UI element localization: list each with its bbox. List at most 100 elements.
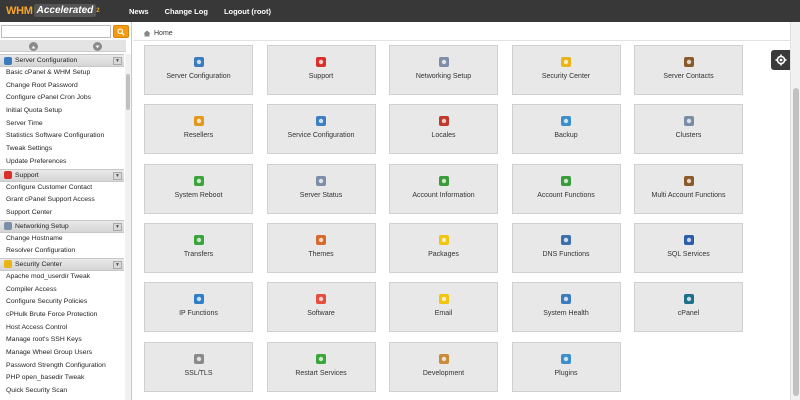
sidebar-item[interactable]: Manage Wheel Group Users <box>0 347 124 360</box>
sidebar-item[interactable]: Apache mod_userdir Tweak <box>0 271 124 284</box>
tile-software[interactable]: Software <box>266 282 376 333</box>
sidebar-item[interactable]: Configure Security Policies <box>0 296 124 309</box>
tile-system-health[interactable]: System Health <box>511 282 621 333</box>
tile-ip-functions[interactable]: IP Functions <box>144 282 253 333</box>
sidebar-item[interactable]: Manage root's SSH Keys <box>0 334 124 347</box>
sidebar-item[interactable]: Configure cPanel Cron Jobs <box>0 92 124 105</box>
tile-plugins[interactable]: Plugins <box>511 341 621 392</box>
tile-backup[interactable]: Backup <box>511 104 621 155</box>
tile-server-contacts[interactable]: Server Contacts <box>634 45 743 95</box>
server-status-icon <box>316 175 326 186</box>
sidebar-item[interactable]: Server Time <box>0 118 124 131</box>
sidebar-item[interactable]: Host Access Control <box>0 322 124 335</box>
sidebar-item[interactable]: Basic cPanel & WHM Setup <box>0 67 124 80</box>
logo-superscript: 2 <box>96 7 100 14</box>
software-icon <box>316 294 326 305</box>
search-button[interactable] <box>113 25 129 38</box>
sidebar-item[interactable]: Grant cPanel Support Access <box>0 194 124 207</box>
breadcrumb-home[interactable]: Home <box>154 30 173 37</box>
chevron-down-icon[interactable]: ▼ <box>113 171 122 180</box>
sidebar-item[interactable]: Tweak Settings <box>0 143 124 156</box>
tile-networking-setup[interactable]: Networking Setup <box>389 45 498 95</box>
tile-service-configuration[interactable]: Service Configuration <box>266 104 376 155</box>
sidebar-section-title: Support <box>15 171 39 179</box>
tile-account-functions[interactable]: Account Functions <box>511 163 621 214</box>
sidebar-item[interactable]: Initial Quota Setup <box>0 105 124 118</box>
tile-resellers[interactable]: Resellers <box>144 104 253 155</box>
tile-label: Server Status <box>299 191 343 199</box>
sidebar-section-header[interactable]: Networking Setup ▼ <box>0 219 124 233</box>
sidebar-section-header[interactable]: Security Center ▼ <box>0 257 124 271</box>
sidebar-item[interactable]: Password Strength Configuration <box>0 360 124 373</box>
nav-news-link[interactable]: News <box>129 7 149 16</box>
account-functions-icon <box>561 175 571 186</box>
sidebar-item[interactable]: PHP open_basedir Tweak <box>0 372 124 385</box>
sidebar-section-header[interactable]: Server Configuration ▼ <box>0 54 124 67</box>
tile-themes[interactable]: Themes <box>266 222 376 273</box>
breadcrumb[interactable]: Home <box>143 28 173 38</box>
multi-account-icon <box>683 175 694 186</box>
tile-dns-functions[interactable]: DNS Functions <box>511 222 621 273</box>
tile-transfers[interactable]: Transfers <box>144 222 253 273</box>
tile-email[interactable]: Email <box>389 282 498 333</box>
nav-changelog-link[interactable]: Change Log <box>165 7 208 16</box>
sidebar-section-title: Security Center <box>15 260 62 268</box>
tile-restart-services[interactable]: Restart Services <box>266 341 376 392</box>
tile-server-configuration[interactable]: Server Configuration <box>144 45 253 95</box>
tile-development[interactable]: Development <box>389 341 498 392</box>
chevron-down-icon[interactable]: ▼ <box>113 57 122 65</box>
sidebar-item[interactable]: Resolver Configuration <box>0 245 124 258</box>
certificate-icon <box>193 353 204 364</box>
sidebar-item[interactable]: Quick Security Scan <box>0 385 124 398</box>
sidebar-item[interactable]: Compiler Access <box>0 284 124 297</box>
sidebar-menu: Server Configuration ▼ Basic cPanel & WHM … <box>0 54 124 400</box>
tile-sql-services[interactable]: SQL Services <box>634 222 743 273</box>
tile-support[interactable]: Support <box>266 45 376 95</box>
whm-logo[interactable]: WHM Accelerated 2 <box>6 3 100 18</box>
sidebar-item[interactable]: Support Center <box>0 207 124 220</box>
sidebar-item[interactable]: Change Hostname <box>0 233 124 246</box>
tile-system-reboot[interactable]: System Reboot <box>144 163 253 214</box>
top-bar: WHM Accelerated 2 News Change Log Logout… <box>0 0 800 22</box>
power-icon <box>193 175 204 186</box>
collapse-all-button[interactable] <box>29 42 38 51</box>
tile-multi-account-functions[interactable]: Multi Account Functions <box>634 163 743 214</box>
tile-packages[interactable]: Packages <box>389 222 498 273</box>
packages-icon <box>438 234 449 245</box>
tile-label: Development <box>422 369 465 377</box>
chevron-down-icon[interactable]: ▼ <box>113 260 122 269</box>
tile-account-information[interactable]: Account Information <box>389 163 498 214</box>
settings-button[interactable] <box>771 50 791 70</box>
search-input[interactable] <box>1 25 111 38</box>
sidebar-scrollbar[interactable] <box>125 54 131 400</box>
tile-security-center[interactable]: Security Center <box>511 45 621 95</box>
tile-locales[interactable]: Locales <box>389 104 498 155</box>
sidebar-item[interactable]: Change Root Password <box>0 80 124 93</box>
clusters-icon <box>683 116 694 127</box>
sidebar-scrollbar-thumb[interactable] <box>126 74 130 110</box>
tile-ssl-tls[interactable]: SSL/TLS <box>144 341 253 392</box>
development-icon <box>438 353 449 364</box>
lock-icon <box>4 260 12 269</box>
sidebar-item[interactable]: Configure Customer Contact <box>0 182 124 195</box>
tile-clusters[interactable]: Clusters <box>634 104 743 155</box>
themes-icon <box>316 234 326 245</box>
sidebar-item[interactable]: Update Preferences <box>0 156 124 169</box>
expand-all-button[interactable] <box>93 42 102 51</box>
main-scrollbar[interactable] <box>790 22 800 400</box>
chevron-down-icon[interactable]: ▼ <box>113 222 122 231</box>
tile-label: Clusters <box>675 132 702 140</box>
nav-logout-link[interactable]: Logout (root) <box>224 7 271 16</box>
transfers-icon <box>193 234 204 245</box>
tile-label: Email <box>434 310 453 318</box>
tile-label: Resellers <box>183 132 214 140</box>
sidebar-section-header[interactable]: Support ▼ <box>0 168 124 182</box>
sidebar-item[interactable]: Statistics Software Configuration <box>0 130 124 143</box>
tile-cpanel[interactable]: cPanel <box>634 282 743 333</box>
sidebar-item[interactable]: cPHulk Brute Force Protection <box>0 309 124 322</box>
main-scrollbar-thumb[interactable] <box>793 88 799 396</box>
chevron-down-icon <box>95 45 100 48</box>
chevron-up-icon <box>31 45 36 48</box>
tile-server-status[interactable]: Server Status <box>266 163 376 214</box>
server-config-icon <box>4 56 12 65</box>
